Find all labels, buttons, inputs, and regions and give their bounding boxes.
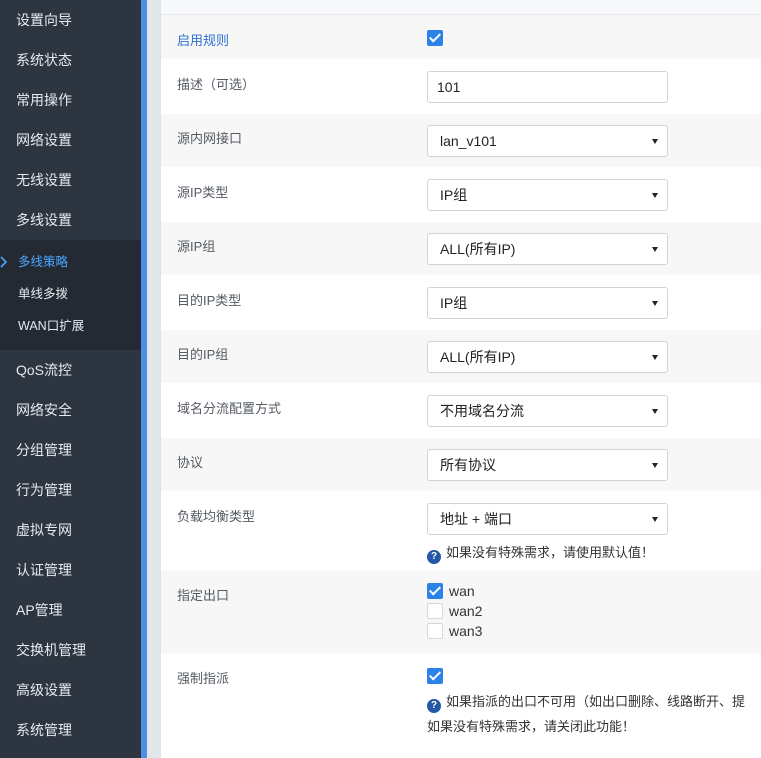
nav-system-management[interactable]: 系统管理 [0, 710, 141, 750]
subnav-label: 多线策略 [18, 255, 69, 269]
egress-wan-checkbox[interactable] [427, 583, 443, 599]
select-value: lan_v101 [440, 133, 497, 149]
nav-vpn[interactable]: 虚拟专网 [0, 510, 141, 550]
egress-option-label: wan [449, 583, 475, 599]
caret-down-icon [652, 355, 658, 360]
nav-wireless-settings[interactable]: 无线设置 [0, 160, 141, 200]
src-interface-label: 源内网接口 [177, 131, 243, 146]
multiline-submenu: 多线策略 单线多拨 WAN口扩展 [0, 240, 141, 350]
caret-down-icon [652, 409, 658, 414]
nav-group-management[interactable]: 分组管理 [0, 430, 141, 470]
panel-header-strip [161, 0, 761, 15]
force-hint-line2: 如果没有特殊需求，请关闭此功能！ [427, 719, 636, 734]
force-assign-label: 强制指派 [177, 671, 230, 686]
nav-common-ops[interactable]: 常用操作 [0, 80, 141, 120]
egress-wan3-checkbox[interactable] [427, 623, 443, 639]
protocol-select[interactable]: 所有协议 [427, 449, 668, 481]
row-src-ip-group: 源IP组 ALL(所有IP) [161, 222, 761, 276]
lb-type-select[interactable]: 地址 + 端口 [427, 503, 668, 535]
lb-type-hint: ? 如果没有特殊需求，请使用默认值！ [427, 542, 654, 564]
dst-ip-group-select[interactable]: ALL(所有IP) [427, 341, 668, 373]
sidebar-gutter [147, 0, 160, 758]
row-dst-ip-type: 目的IP类型 IP组 [161, 276, 761, 330]
row-src-ip-type: 源IP类型 IP组 [161, 168, 761, 222]
src-ip-group-label: 源IP组 [177, 239, 216, 254]
policy-form-panel: 启用规则 描述（可选） 源内网接口 lan_v101 源IP类型 IP组 源IP [160, 0, 761, 758]
row-domain-mode: 域名分流配置方式 不用域名分流 [161, 384, 761, 438]
lb-hint-text: 如果没有特殊需求，请使用默认值！ [446, 545, 655, 560]
question-circle-icon: ? [427, 550, 441, 564]
subnav-multiline-policy[interactable]: 多线策略 [0, 246, 141, 278]
caret-down-icon [652, 301, 658, 306]
domain-mode-label: 域名分流配置方式 [177, 401, 282, 416]
description-label: 描述（可选） [177, 77, 256, 92]
force-hint-line1: 如果指派的出口不可用（如出口删除、线路断开、提 [446, 694, 746, 709]
row-description: 描述（可选） [161, 60, 761, 114]
row-dst-ip-group: 目的IP组 ALL(所有IP) [161, 330, 761, 384]
protocol-label: 协议 [177, 455, 204, 470]
src-ip-group-select[interactable]: ALL(所有IP) [427, 233, 668, 265]
select-value: IP组 [440, 187, 468, 203]
dst-ip-type-select[interactable]: IP组 [427, 287, 668, 319]
src-interface-select[interactable]: lan_v101 [427, 125, 668, 157]
nav-switch-management[interactable]: 交换机管理 [0, 630, 141, 670]
lb-type-label: 负载均衡类型 [177, 509, 256, 524]
nav-network-settings[interactable]: 网络设置 [0, 120, 141, 160]
dst-ip-type-label: 目的IP类型 [177, 293, 242, 308]
nav-auth-management[interactable]: 认证管理 [0, 550, 141, 590]
chevron-right-icon [0, 256, 8, 268]
sidebar: 设置向导 系统状态 常用操作 网络设置 无线设置 多线设置 多线策略 单线多拨 … [0, 0, 141, 758]
caret-down-icon [652, 247, 658, 252]
question-circle-icon: ? [427, 699, 441, 713]
select-value: IP组 [440, 295, 468, 311]
nav-system-status[interactable]: 系统状态 [0, 40, 141, 80]
row-egress: 指定出口 wan wan2 wan3 [161, 571, 761, 654]
egress-option-wan[interactable]: wan [427, 581, 482, 601]
enable-rule-label: 启用规则 [177, 33, 230, 48]
egress-wan2-checkbox[interactable] [427, 603, 443, 619]
egress-options: wan wan2 wan3 [427, 581, 482, 641]
egress-label: 指定出口 [177, 588, 230, 603]
caret-down-icon [652, 517, 658, 522]
egress-option-label: wan3 [449, 623, 483, 639]
nav-setup-wizard[interactable]: 设置向导 [0, 0, 141, 40]
row-src-interface: 源内网接口 lan_v101 [161, 114, 761, 168]
select-value: 地址 + 端口 [440, 511, 512, 527]
row-enable-rule: 启用规则 [161, 15, 761, 60]
select-value: ALL(所有IP) [440, 349, 516, 365]
egress-option-wan2[interactable]: wan2 [427, 601, 482, 621]
nav-qos[interactable]: QoS流控 [0, 350, 141, 390]
caret-down-icon [652, 139, 658, 144]
enable-rule-checkbox[interactable] [427, 29, 443, 46]
subnav-wan-expand[interactable]: WAN口扩展 [0, 310, 141, 342]
row-force-assign: 强制指派 ? 如果指派的出口不可用（如出口删除、线路断开、提 如果没有特殊需求，请… [161, 654, 761, 752]
src-ip-type-select[interactable]: IP组 [427, 179, 668, 211]
src-ip-type-label: 源IP类型 [177, 185, 229, 200]
select-value: 不用域名分流 [440, 403, 524, 419]
description-input[interactable] [427, 71, 668, 103]
nav-network-security[interactable]: 网络安全 [0, 390, 141, 430]
subnav-single-line-multidial[interactable]: 单线多拨 [0, 278, 141, 310]
nav-multiline-settings[interactable]: 多线设置 [0, 200, 141, 240]
egress-option-wan3[interactable]: wan3 [427, 621, 482, 641]
domain-mode-select[interactable]: 不用域名分流 [427, 395, 668, 427]
force-assign-hint: ? 如果指派的出口不可用（如出口删除、线路断开、提 如果没有特殊需求，请关闭此功能… [427, 691, 745, 735]
row-lb-type: 负载均衡类型 地址 + 端口 ? 如果没有特殊需求，请使用默认值！ [161, 492, 761, 571]
select-value: 所有协议 [440, 457, 496, 473]
select-value: ALL(所有IP) [440, 241, 516, 257]
dst-ip-group-label: 目的IP组 [177, 347, 229, 362]
force-assign-checkbox[interactable] [427, 667, 443, 684]
caret-down-icon [652, 463, 658, 468]
nav-ap-management[interactable]: AP管理 [0, 590, 141, 630]
nav-behavior-management[interactable]: 行为管理 [0, 470, 141, 510]
egress-option-label: wan2 [449, 603, 483, 619]
nav-advanced-settings[interactable]: 高级设置 [0, 670, 141, 710]
caret-down-icon [652, 193, 658, 198]
row-protocol: 协议 所有协议 [161, 438, 761, 492]
